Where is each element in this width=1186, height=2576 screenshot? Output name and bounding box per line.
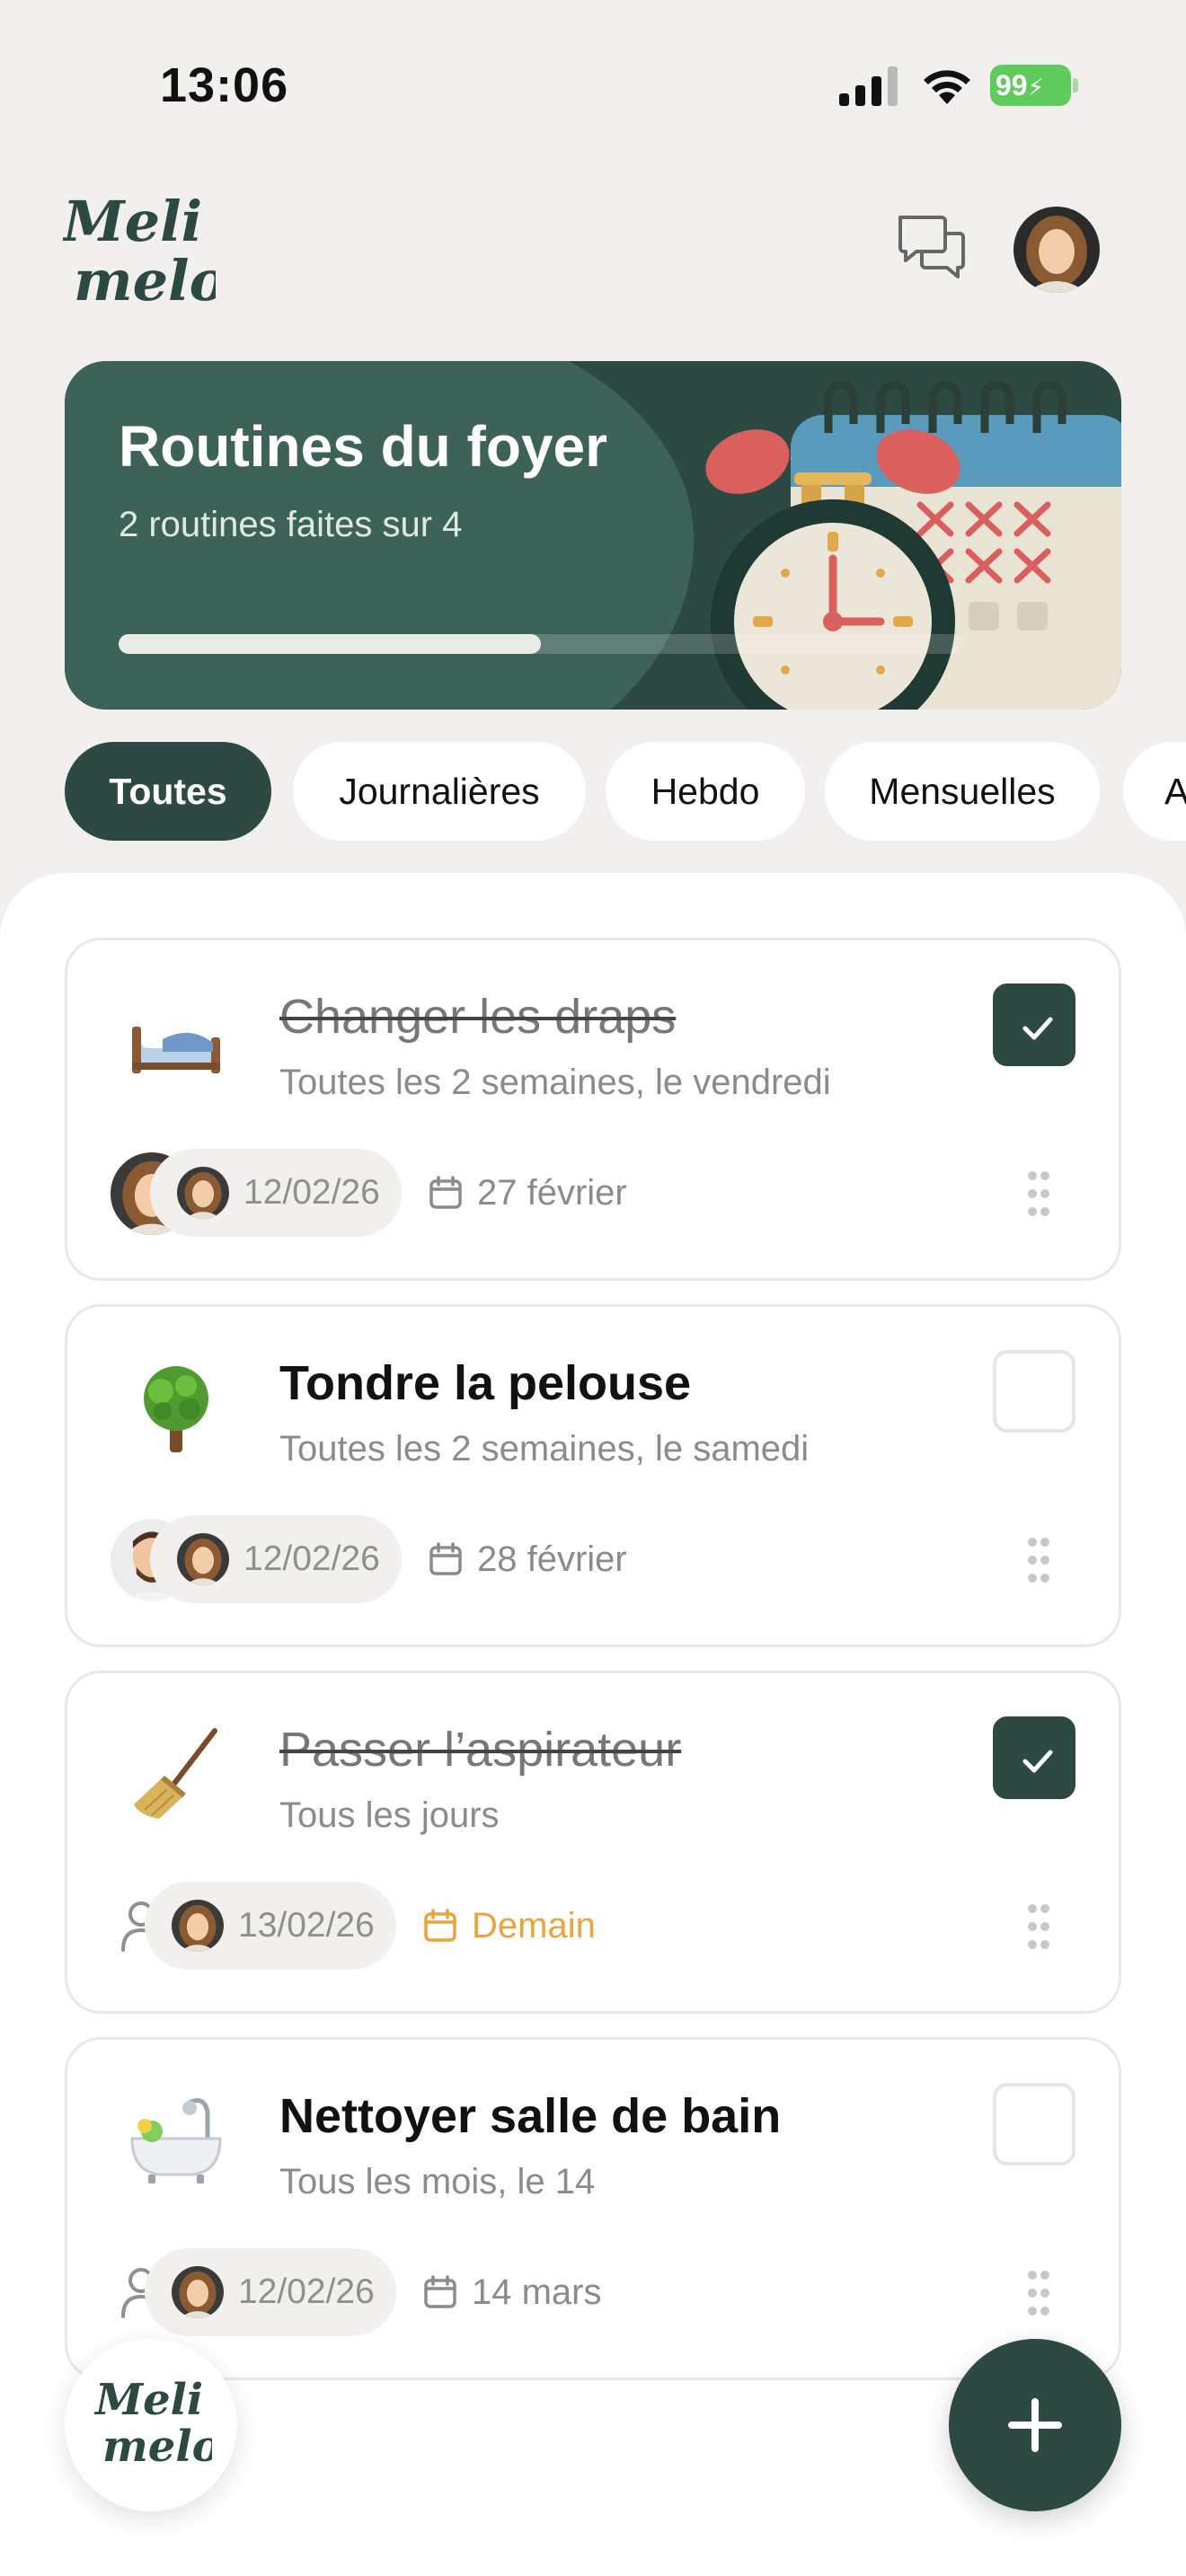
routine-title: Tondre la pelouse — [279, 1356, 692, 1410]
due-date-label: 28 février — [477, 1539, 627, 1579]
routine-frequency: Toutes les 2 semaines, le samedi — [279, 1429, 810, 1469]
battery-indicator: 99⚡ — [990, 65, 1078, 106]
last-done-chip: 12/02/26 — [145, 2248, 396, 2336]
battery-level: 99 — [996, 69, 1028, 101]
cellular-signal-icon — [839, 66, 898, 106]
tab-journalieres[interactable]: Journalières — [293, 742, 586, 841]
tab-mensuelles[interactable]: Mensuelles — [825, 742, 1100, 841]
filter-tabs: Toutes Journalières Hebdo Mensuelles A — [65, 742, 1186, 841]
last-done-avatar — [177, 1533, 229, 1585]
status-bar: 13:06 99⚡ — [0, 0, 1186, 171]
drag-handle-icon[interactable] — [1027, 1537, 1050, 1584]
routine-done-checkbox[interactable] — [993, 1716, 1075, 1799]
last-done-date: 12/02/26 — [243, 1539, 380, 1578]
logo-line1: Meli — [63, 189, 202, 254]
messages-icon[interactable] — [895, 212, 969, 284]
due-date-label: 14 mars — [472, 2272, 602, 2312]
due-date: 14 mars — [423, 2248, 602, 2336]
routine-frequency: Toutes les 2 semaines, le vendredi — [279, 1063, 831, 1102]
plus-icon — [1008, 2398, 1062, 2452]
routine-title: Nettoyer salle de bain — [279, 2089, 782, 2143]
calendar-icon — [429, 1542, 462, 1575]
drag-handle-icon[interactable] — [1027, 1903, 1050, 1950]
add-routine-button[interactable] — [949, 2339, 1121, 2511]
routine-title: Changer les draps — [279, 990, 677, 1044]
last-done-avatar — [172, 1900, 224, 1952]
wifi-icon — [924, 70, 970, 104]
tab-more[interactable]: A — [1123, 742, 1186, 841]
checkmark-icon — [1022, 1750, 1053, 1773]
home-logo-button[interactable]: Meli melo — [65, 2339, 237, 2511]
routine-title: Passer l’aspirateur — [279, 1723, 682, 1777]
routine-done-checkbox[interactable] — [993, 984, 1075, 1066]
small-logo-line2: melo — [102, 2422, 212, 2472]
tree-icon — [127, 1359, 226, 1458]
status-time: 13:06 — [160, 58, 289, 112]
melimelo-logo: Meli melo — [63, 189, 216, 313]
last-done-avatar — [177, 1167, 229, 1219]
routine-frequency: Tous les mois, le 14 — [279, 2162, 596, 2201]
due-date: 27 février — [429, 1149, 627, 1237]
due-date-label: Demain — [472, 1906, 596, 1945]
melimelo-logo-small: Meli melo — [93, 2375, 212, 2472]
due-date: 28 février — [429, 1515, 627, 1603]
calendar-clock-illustration — [705, 380, 1121, 710]
routine-card[interactable]: Changer les draps Toutes les 2 semaines,… — [65, 938, 1121, 1281]
tab-toutes[interactable]: Toutes — [65, 742, 271, 841]
calendar-icon — [429, 1176, 462, 1209]
bed-icon — [127, 992, 226, 1091]
routine-done-checkbox[interactable] — [993, 2083, 1075, 2166]
checkmark-icon — [1022, 1017, 1053, 1040]
profile-avatar[interactable] — [1013, 207, 1100, 293]
due-date: Demain — [423, 1882, 596, 1970]
hero-subtitle: 2 routines faites sur 4 — [119, 505, 463, 544]
due-date-label: 27 février — [477, 1173, 627, 1213]
bathtub-icon — [127, 2092, 226, 2191]
calendar-icon — [424, 2275, 456, 2308]
routines-summary-card: Routines du foyer 2 routines faites sur … — [65, 361, 1121, 710]
routine-frequency: Tous les jours — [279, 1795, 500, 1835]
last-done-chip: 12/02/26 — [150, 1515, 402, 1603]
last-done-chip: 12/02/26 — [150, 1149, 402, 1237]
routine-card[interactable]: Nettoyer salle de bain Tous les mois, le… — [65, 2037, 1121, 2380]
routine-card[interactable]: Passer l’aspirateur Tous les jours 13/02… — [65, 1671, 1121, 2014]
calendar-icon — [424, 1909, 456, 1942]
routine-card[interactable]: Tondre la pelouse Toutes les 2 semaines,… — [65, 1304, 1121, 1647]
last-done-date: 12/02/26 — [238, 2272, 375, 2311]
last-done-avatar — [172, 2266, 224, 2318]
routines-progress-bar — [119, 634, 963, 654]
tab-hebdo[interactable]: Hebdo — [606, 742, 805, 841]
broom-icon — [127, 1725, 226, 1824]
drag-handle-icon[interactable] — [1027, 1170, 1050, 1217]
routine-done-checkbox[interactable] — [993, 1350, 1075, 1433]
routines-progress-fill — [119, 634, 541, 654]
last-done-date: 12/02/26 — [243, 1173, 380, 1212]
last-done-date: 13/02/26 — [238, 1906, 375, 1945]
last-done-chip: 13/02/26 — [145, 1882, 396, 1970]
drag-handle-icon[interactable] — [1027, 2270, 1050, 2316]
logo-line2: melo — [74, 248, 216, 313]
small-logo-line1: Meli — [93, 2375, 203, 2425]
hero-title: Routines du foyer — [119, 414, 608, 479]
